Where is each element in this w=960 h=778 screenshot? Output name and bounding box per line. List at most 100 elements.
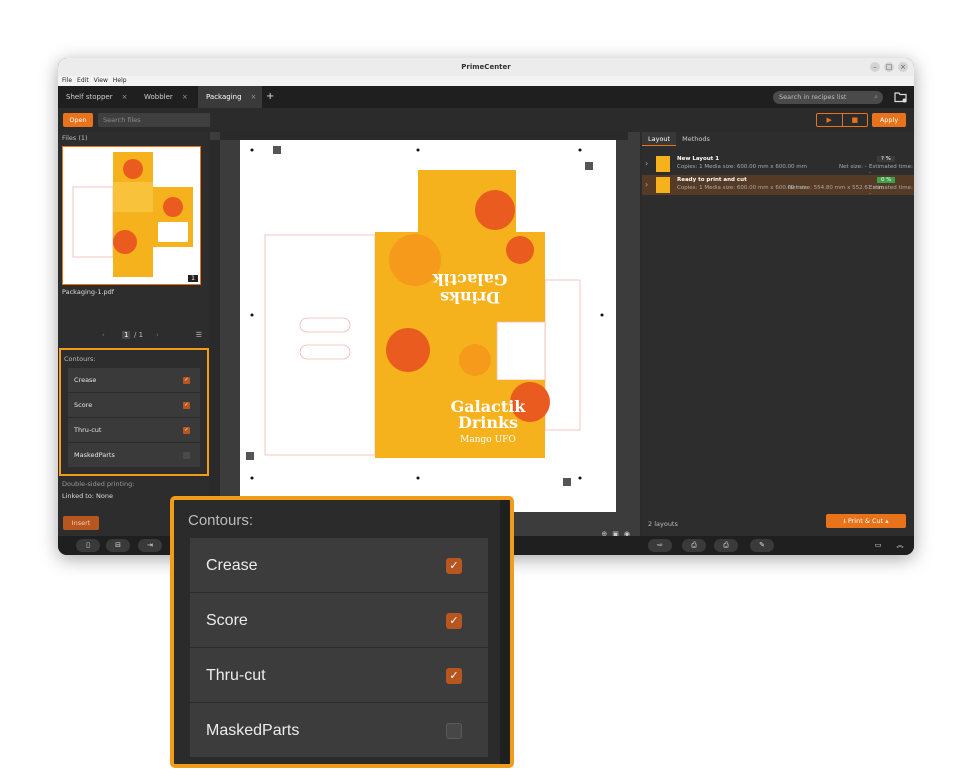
svg-text:Drinks: Drinks xyxy=(458,413,518,432)
artboard[interactable]: Galactik Drinks Galactik Drinks Mango UF… xyxy=(240,140,616,512)
title-bar: PrimeCenter – □ × xyxy=(58,58,914,76)
printer-icon[interactable]: ⎙ xyxy=(682,539,706,552)
apply-button[interactable]: Apply xyxy=(872,113,906,127)
layout-net-size: Net size: - xyxy=(839,164,867,170)
menu-bar: File Edit View Help xyxy=(58,76,914,86)
menu-file[interactable]: File xyxy=(62,76,72,86)
close-tab-icon[interactable]: × xyxy=(182,93,188,101)
file-name: Packaging-1.pdf xyxy=(62,288,115,296)
zoom-contour-thru-cut[interactable]: Thru-cut ✓ xyxy=(190,648,488,703)
close-tab-icon[interactable]: × xyxy=(251,93,257,101)
recipe-search-placeholder: Search in recipes list xyxy=(779,93,847,101)
toolbar: Open Search files ▶ ■ Apply xyxy=(58,108,914,132)
tab-label: Shelf stopper xyxy=(66,93,113,101)
export-icon[interactable]: ⇥ xyxy=(138,539,162,552)
menu-help[interactable]: Help xyxy=(113,76,127,86)
file-thumbnail[interactable]: 1 xyxy=(62,146,201,285)
send-icon[interactable]: ⇨ xyxy=(648,539,672,552)
contour-score[interactable]: Score ✓ xyxy=(68,393,200,418)
search-files-input[interactable]: Search files xyxy=(98,113,210,127)
menu-view[interactable]: View xyxy=(94,76,108,86)
contours-panel: Contours: Crease ✓ Score ✓ Thru-cut ✓ Ma… xyxy=(59,348,209,476)
crease-checkbox[interactable]: ✓ xyxy=(183,377,190,384)
list-view-icon[interactable]: ☰ xyxy=(196,331,202,339)
close-tab-icon[interactable]: × xyxy=(122,93,128,101)
contour-label: Score xyxy=(74,401,93,409)
score-checkbox[interactable]: ✓ xyxy=(446,613,462,629)
tab-label: Packaging xyxy=(206,93,242,101)
contours-zoom-callout: Contours: Crease ✓ Score ✓ Thru-cut ✓ Ma… xyxy=(170,496,514,768)
stop-icon[interactable]: ■ xyxy=(843,114,868,126)
contours-title: Contours: xyxy=(64,355,96,363)
canvas-area[interactable]: Galactik Drinks Galactik Drinks Mango UF… xyxy=(210,132,640,542)
tab-methods[interactable]: Methods xyxy=(676,132,716,146)
masked-parts-checkbox[interactable] xyxy=(446,723,462,739)
tab-packaging[interactable]: Packaging × xyxy=(198,86,262,108)
page-total: / 1 xyxy=(134,331,144,339)
layouts-count: 2 layouts xyxy=(648,520,678,528)
double-sided-label: Double-sided printing: xyxy=(62,480,135,488)
expand-chevron-icon[interactable]: › xyxy=(645,159,648,168)
close-icon[interactable]: × xyxy=(898,62,908,72)
expand-chevron-icon[interactable]: › xyxy=(645,180,648,189)
layout-item[interactable]: › New Layout 1 Copies: 1 Media size: 600… xyxy=(642,154,914,176)
contour-crease[interactable]: Crease ✓ xyxy=(68,368,200,393)
contour-label: Crease xyxy=(206,557,258,574)
zoom-contour-masked-parts[interactable]: MaskedParts xyxy=(190,703,488,758)
thru-cut-checkbox[interactable]: ✓ xyxy=(183,427,190,434)
maximize-icon[interactable]: □ xyxy=(884,62,894,72)
zoom-contour-score[interactable]: Score ✓ xyxy=(190,593,488,648)
files-label: Files (1) xyxy=(62,134,88,142)
contour-thru-cut[interactable]: Thru-cut ✓ xyxy=(68,418,200,443)
chevron-up-icon[interactable]: ▴ xyxy=(883,517,888,525)
crease-checkbox[interactable]: ✓ xyxy=(446,558,462,574)
page-navigator: ‹ 1 / 1 › ☰ xyxy=(58,331,208,343)
contour-label: Thru-cut xyxy=(74,426,102,434)
scrollbar[interactable] xyxy=(500,500,510,764)
panel-icon[interactable]: ▭ xyxy=(866,539,890,552)
contour-label: Thru-cut xyxy=(206,667,266,684)
minimize-icon[interactable]: – xyxy=(870,62,880,72)
print-cut-label: Print & Cut xyxy=(847,517,884,525)
tab-layout[interactable]: Layout xyxy=(642,132,677,146)
layout-thumbnail xyxy=(656,156,670,172)
recipe-search-input[interactable]: Search in recipes list ⌕ xyxy=(773,91,883,104)
contour-label: MaskedParts xyxy=(74,451,115,459)
insert-button[interactable]: Insert xyxy=(63,516,99,530)
printer-settings-icon[interactable]: ⎙ xyxy=(714,539,738,552)
prev-page-icon[interactable]: ‹ xyxy=(102,331,105,339)
zoom-contours-list: Crease ✓ Score ✓ Thru-cut ✓ MaskedParts xyxy=(190,538,488,758)
play-icon[interactable]: ▶ xyxy=(817,114,843,126)
collapse-icon[interactable]: ︽ xyxy=(888,539,912,552)
job-controls: ▶ ■ xyxy=(816,113,868,127)
print-and-cut-button[interactable]: ⭳ Print & Cut ▴ xyxy=(826,514,906,528)
import-icon[interactable]: ⊟ xyxy=(106,539,130,552)
tab-shelf-stopper[interactable]: Shelf stopper × xyxy=(58,86,132,108)
packaging-design-image: Galactik Drinks Galactik Drinks Mango UF… xyxy=(246,146,604,486)
layout-percent: 0 % xyxy=(877,177,896,183)
thru-cut-checkbox[interactable]: ✓ xyxy=(446,668,462,684)
next-page-icon[interactable]: › xyxy=(156,331,159,339)
edit-icon[interactable]: ✎ xyxy=(750,539,774,552)
tab-wobbler[interactable]: Wobbler × xyxy=(136,86,196,108)
masked-parts-checkbox[interactable] xyxy=(183,452,190,459)
layout-item[interactable]: › Ready to print and cut Copies: 1 Media… xyxy=(642,175,914,197)
add-tab-icon[interactable]: + xyxy=(266,86,274,108)
tab-label: Wobbler xyxy=(144,93,173,101)
new-file-icon[interactable]: ▯ xyxy=(76,539,100,552)
svg-text:Galactik: Galactik xyxy=(432,270,508,289)
page-number-input[interactable]: 1 xyxy=(122,331,131,339)
menu-edit[interactable]: Edit xyxy=(77,76,89,86)
zoom-contours-title: Contours: xyxy=(188,512,254,529)
app-window: PrimeCenter – □ × File Edit View Help Sh… xyxy=(58,58,914,555)
contour-label: Score xyxy=(206,612,248,629)
contour-masked-parts[interactable]: MaskedParts xyxy=(68,443,200,468)
folder-settings-icon[interactable] xyxy=(894,90,908,104)
open-button[interactable]: Open xyxy=(63,113,93,127)
layout-name: New Layout 1 xyxy=(677,156,720,162)
score-checkbox[interactable]: ✓ xyxy=(183,402,190,409)
window-title: PrimeCenter xyxy=(461,63,511,71)
zoom-contour-crease[interactable]: Crease ✓ xyxy=(190,538,488,593)
top-ruler xyxy=(220,132,628,140)
contours-list: Crease ✓ Score ✓ Thru-cut ✓ MaskedParts xyxy=(68,368,200,468)
